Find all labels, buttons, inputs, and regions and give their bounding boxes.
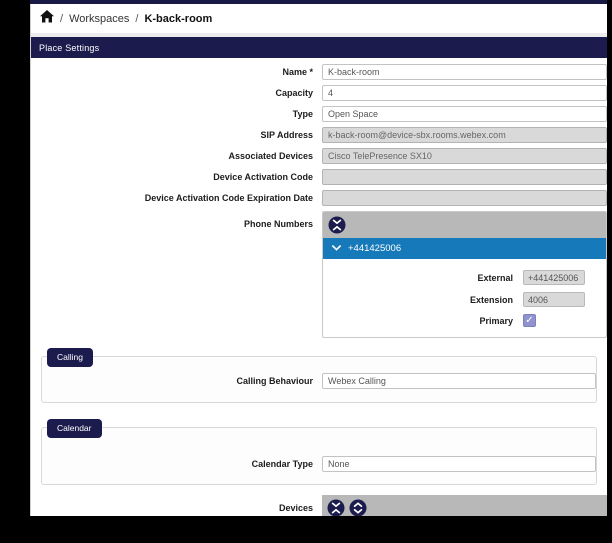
form-row-name: Name *: [31, 64, 607, 80]
collapse-all-icon[interactable]: [327, 499, 345, 516]
calling-behaviour-input[interactable]: [322, 373, 596, 389]
phone-numbers-label: Phone Numbers: [243, 219, 313, 229]
phone-number-value: +441425006: [348, 243, 402, 254]
extension-label: Extension: [469, 294, 513, 305]
type-input[interactable]: [322, 106, 607, 122]
name-label: Name *: [282, 67, 313, 77]
sip-address-label: SIP Address: [260, 130, 313, 140]
type-label: Type: [292, 109, 313, 119]
form-row-activation-expiration: Device Activation Code Expiration Date: [31, 190, 607, 206]
form-row-extension: Extension: [323, 292, 606, 307]
calendar-type-label: Calendar Type: [251, 459, 313, 469]
form-row-external: External: [323, 270, 606, 285]
activation-expiration-label: Device Activation Code Expiration Date: [144, 193, 313, 203]
form-row-primary: Primary ✓: [323, 314, 606, 327]
calendar-type-input[interactable]: [322, 456, 596, 472]
breadcrumb-separator: /: [60, 12, 64, 25]
breadcrumb-separator: /: [135, 12, 139, 25]
device-activation-code-label: Device Activation Code: [213, 172, 313, 182]
form-row-phone-numbers: Phone Numbers +441425006 External +44142…: [31, 211, 607, 338]
place-settings-page: / Workspaces / K-back-room Place Setting…: [30, 4, 607, 516]
checkmark-icon: ✓: [525, 315, 534, 326]
phone-number-entry-header[interactable]: +441425006: [323, 238, 606, 259]
calling-behaviour-label: Calling Behaviour: [236, 376, 313, 386]
calendar-section-badge[interactable]: Calendar: [47, 419, 102, 438]
external-label: External: [477, 272, 513, 283]
activation-expiration-input: [322, 190, 607, 206]
breadcrumb-workspaces-link[interactable]: Workspaces: [69, 13, 129, 25]
capacity-label: Capacity: [275, 88, 313, 98]
phone-numbers-toolbar: [323, 212, 606, 238]
breadcrumb-current-workspace: K-back-room: [144, 12, 213, 25]
calling-section: Calling Calling Behaviour: [41, 348, 597, 403]
collapse-all-icon[interactable]: [328, 216, 346, 234]
page-title: Place Settings: [31, 37, 607, 58]
home-icon[interactable]: [40, 9, 54, 28]
extension-input: [523, 292, 585, 307]
device-activation-code-input: [322, 169, 607, 185]
sip-address-input: [322, 127, 607, 143]
calling-section-badge[interactable]: Calling: [47, 348, 93, 367]
form-row-calling-behaviour: Calling Behaviour: [42, 373, 596, 389]
form-row-device-activation-code: Device Activation Code: [31, 169, 607, 185]
capacity-input[interactable]: [322, 85, 607, 101]
phone-number-details: External Extension Primary ✓: [323, 259, 606, 337]
form-row-calendar-type: Calendar Type: [42, 456, 596, 472]
expand-all-icon[interactable]: [349, 499, 367, 516]
form-row-associated-devices: Associated Devices: [31, 148, 607, 164]
associated-devices-label: Associated Devices: [228, 151, 313, 161]
devices-label: Devices: [278, 503, 313, 513]
form-row-type: Type: [31, 106, 607, 122]
form-row-sip-address: SIP Address: [31, 127, 607, 143]
devices-toolbar: [322, 495, 607, 516]
chevron-down-icon: [332, 243, 341, 254]
primary-label: Primary: [479, 315, 513, 326]
external-number-input: [523, 270, 585, 285]
associated-devices-input: [322, 148, 607, 164]
screen: / Workspaces / K-back-room Place Setting…: [0, 0, 612, 543]
phone-numbers-panel: +441425006 External Extension Primary: [322, 211, 607, 338]
primary-checkbox[interactable]: ✓: [523, 314, 536, 327]
form-row-devices: Devices: [31, 495, 607, 516]
page-title-text: Place Settings: [39, 42, 100, 53]
place-settings-form: Name * Capacity Type SIP Address Associa…: [31, 58, 607, 516]
breadcrumb: / Workspaces / K-back-room: [31, 4, 607, 33]
form-row-capacity: Capacity: [31, 85, 607, 101]
calendar-section: Calendar Calendar Type: [41, 419, 597, 485]
name-input[interactable]: [322, 64, 607, 80]
